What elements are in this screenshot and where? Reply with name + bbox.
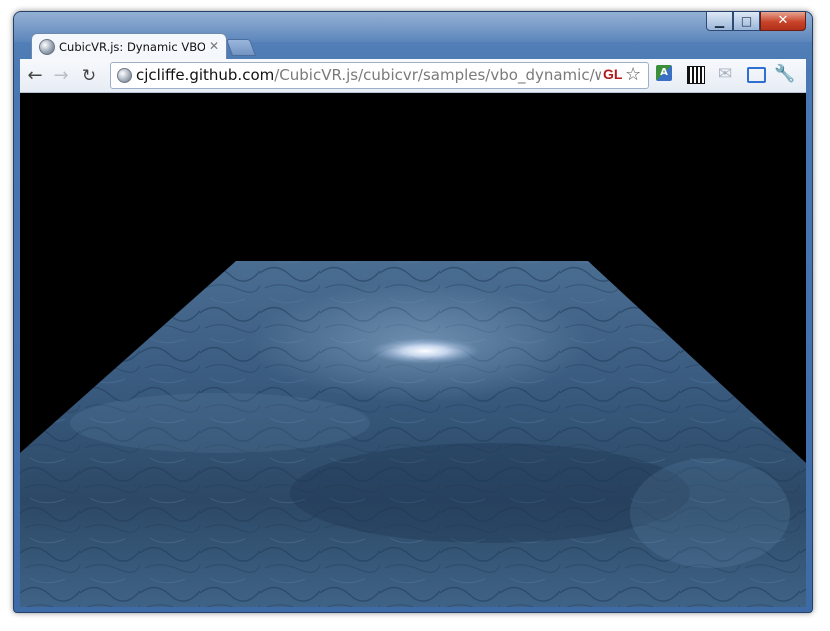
new-tab-button[interactable] — [225, 39, 257, 56]
address-bar[interactable]: cjcliffe.github.com/CubicVR.js/cubicvr/s… — [110, 62, 649, 89]
forward-arrow-icon[interactable]: → — [50, 65, 72, 87]
specular-highlight — [370, 338, 480, 364]
maximize-icon: □ — [740, 14, 753, 28]
water-plane — [20, 261, 806, 607]
globe-icon — [39, 39, 55, 55]
mail-extension-icon[interactable]: ✉ — [714, 63, 736, 85]
tab-title: CubicVR.js: Dynamic VBO wave — [59, 40, 205, 54]
window-controls: ▁ □ ✕ — [706, 12, 806, 31]
minimize-icon: ▁ — [714, 14, 725, 28]
url-path: /CubicVR.js/cubicvr/samples/vbo_dynamic/… — [274, 66, 601, 84]
wrench-menu-icon[interactable]: 🔧 — [774, 63, 796, 85]
qr-code-icon — [687, 66, 705, 84]
translate-extension-icon[interactable]: A — [654, 63, 676, 85]
browser-toolbar: ← → ↻ cjcliffe.github.com/CubicVR.js/cub… — [20, 59, 806, 93]
translate-badge: A — [656, 65, 672, 81]
minimize-button[interactable]: ▁ — [706, 12, 733, 31]
webgl-badge[interactable]: GL — [603, 66, 622, 82]
close-icon: ✕ — [777, 13, 789, 28]
url-host: cjcliffe.github.com — [136, 66, 275, 84]
tab-close-icon[interactable]: ✕ — [209, 39, 219, 53]
page-globe-icon — [117, 68, 132, 83]
wave-scene — [20, 261, 806, 607]
qr-code-extension-icon[interactable] — [684, 63, 706, 85]
browser-window: ▁ □ ✕ CubicVR.js: Dynamic VBO wave ✕ ← →… — [13, 11, 813, 613]
webgl-canvas[interactable] — [20, 93, 806, 607]
maximize-button[interactable]: □ — [733, 12, 760, 31]
reload-icon[interactable]: ↻ — [78, 65, 100, 87]
close-window-button[interactable]: ✕ — [760, 12, 806, 31]
fullscreen-extension-icon[interactable] — [744, 63, 766, 85]
bookmark-star-icon[interactable]: ☆ — [625, 64, 641, 85]
fullscreen-icon — [747, 67, 766, 83]
url-text[interactable]: cjcliffe.github.com/CubicVR.js/cubicvr/s… — [136, 66, 601, 85]
tab-active[interactable]: CubicVR.js: Dynamic VBO wave ✕ — [31, 33, 227, 60]
back-arrow-icon[interactable]: ← — [24, 65, 46, 87]
